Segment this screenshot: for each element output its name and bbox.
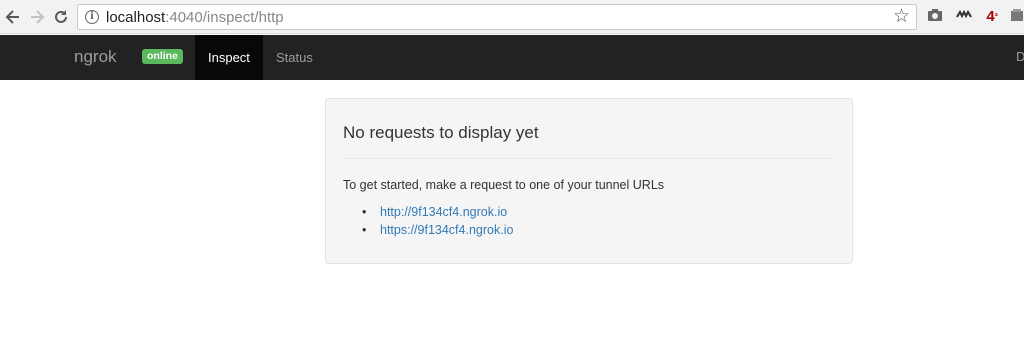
tunnel-url-list: http://9f134cf4.ngrok.io https://9f134cf… <box>362 203 513 239</box>
extension-icon[interactable] <box>955 8 973 26</box>
tab-inspect[interactable]: Inspect <box>195 35 263 80</box>
extension-menu-icon[interactable] <box>1010 8 1024 26</box>
arrow-left-icon <box>5 10 19 24</box>
url-host: localhost <box>106 9 166 26</box>
divider <box>343 158 833 159</box>
forward-button[interactable] <box>27 7 47 27</box>
camera-icon[interactable] <box>926 8 944 26</box>
extension-badge-count: 4 <box>986 8 995 25</box>
bookmark-star-icon[interactable]: ☆ <box>893 6 910 28</box>
panel-title: No requests to display yet <box>343 123 539 142</box>
browser-toolbar: i localhost:4040/inspect/http ☆ 4ª <box>0 0 1024 34</box>
reload-button[interactable] <box>51 7 71 27</box>
panel-intro: To get started, make a request to one of… <box>343 178 665 192</box>
reload-icon <box>55 10 67 23</box>
status-badge: online <box>142 49 183 64</box>
info-icon[interactable]: i <box>85 10 99 24</box>
brand-logo[interactable]: ngrok <box>74 47 117 67</box>
back-button[interactable] <box>3 7 23 27</box>
extension-badge-icon[interactable]: 4ª <box>983 8 1001 26</box>
tab-status[interactable]: Status <box>263 35 326 80</box>
url-path: :4040/inspect/http <box>165 9 284 26</box>
empty-state-panel: No requests to display yet To get starte… <box>325 98 853 264</box>
app-navbar: ngrok online Inspect Status D <box>0 35 1024 80</box>
list-item: http://9f134cf4.ngrok.io <box>362 203 513 221</box>
arrow-right-icon <box>31 10 45 24</box>
navbar-overflow-item[interactable]: D <box>1016 49 1024 65</box>
address-bar[interactable]: i localhost:4040/inspect/http ☆ <box>77 4 917 30</box>
tunnel-url-link-http[interactable]: http://9f134cf4.ngrok.io <box>380 205 507 219</box>
tunnel-url-link-https[interactable]: https://9f134cf4.ngrok.io <box>380 223 513 237</box>
list-item: https://9f134cf4.ngrok.io <box>362 221 513 239</box>
address-url[interactable]: localhost:4040/inspect/http <box>106 9 284 26</box>
